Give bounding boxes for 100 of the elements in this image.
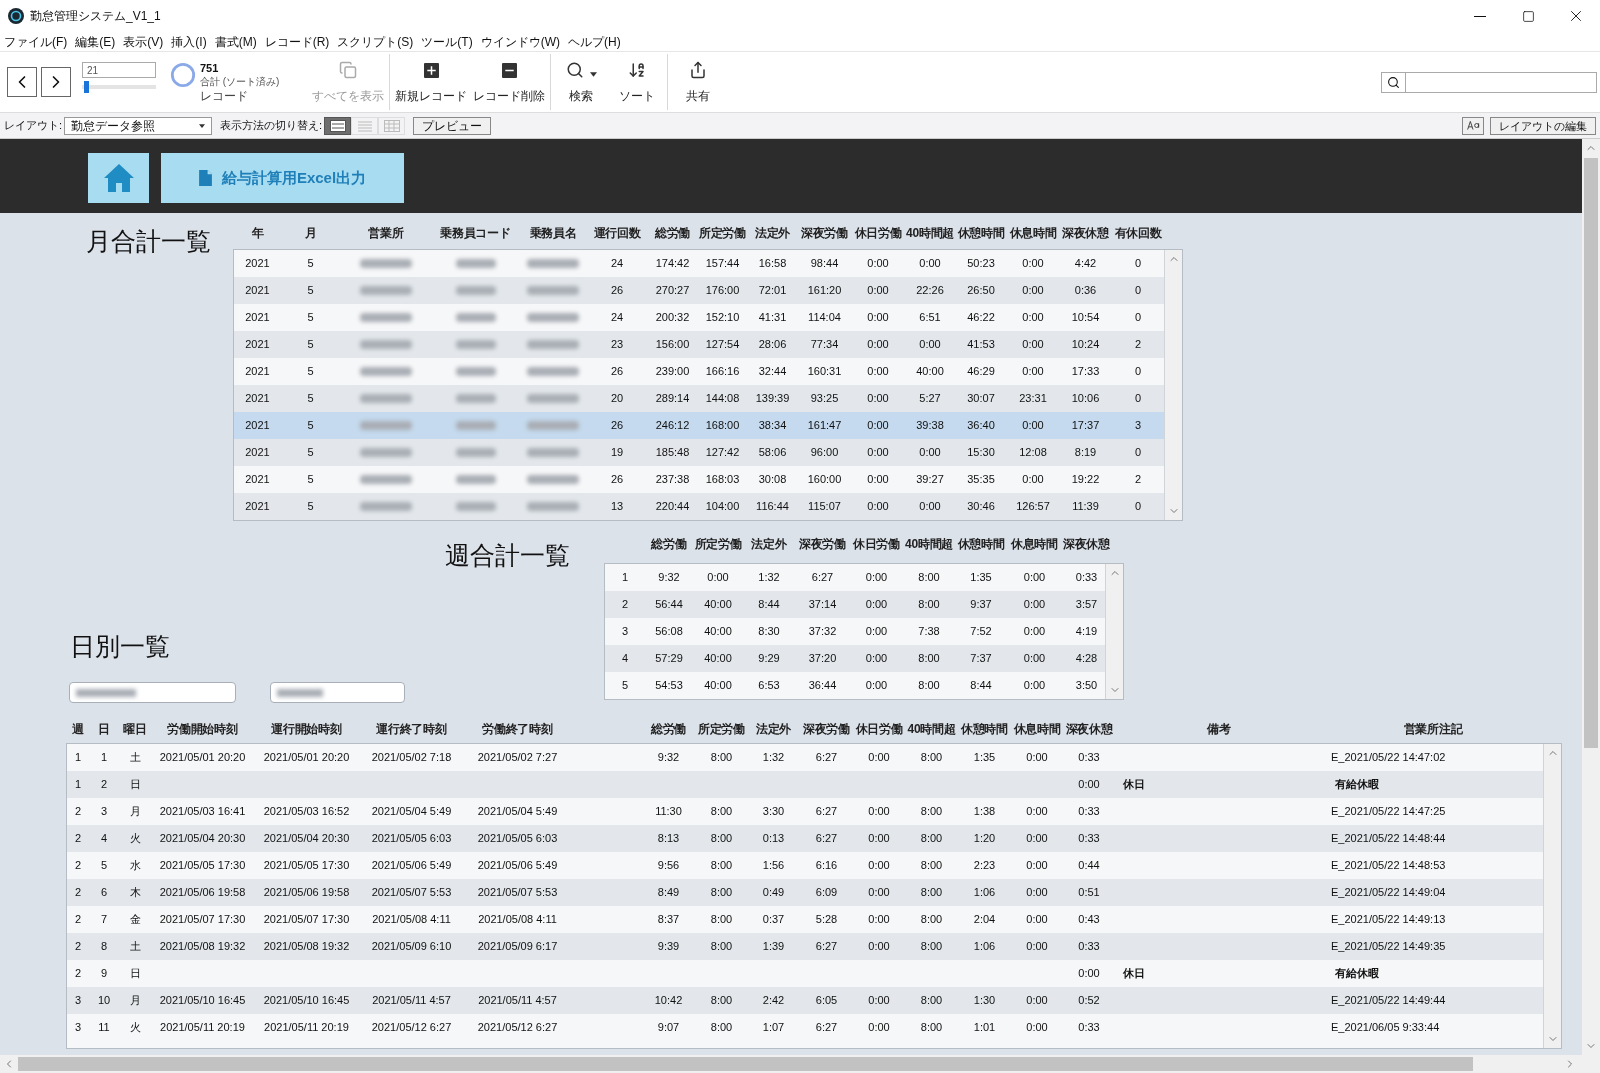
table-cell-text: 2021/05/04 20:30 [262, 831, 351, 847]
table-cell-text: 104:00 [704, 499, 741, 515]
table-cell-text: 休日 [1122, 777, 1146, 793]
table-cell-text: 12:08 [1018, 445, 1048, 461]
menu-item[interactable]: 編集(E) [75, 32, 116, 51]
table-row[interactable]: 2021 5 26 246:12 168:00 38:34 161:47 0:00 39:38 36:40 0:00 17:37 3 [234, 412, 1164, 439]
table-cell-text: 93:25 [809, 391, 840, 407]
font-size-button[interactable] [1462, 116, 1484, 135]
table-row[interactable]: 2021 5 19 185:48 127:42 58:06 96:00 0:00 0:00 15:30 12:08 8:19 0 [234, 439, 1164, 466]
table-cell-text: 0:00 [866, 256, 890, 272]
table-cell-text: 39:38 [915, 418, 945, 434]
table-cell-text: 0:00 [866, 283, 890, 299]
menu-item[interactable]: 書式(M) [214, 32, 257, 51]
view-mode-button[interactable] [324, 116, 352, 135]
menu-item[interactable]: ツール(T) [421, 32, 473, 51]
redacted-text [527, 286, 579, 295]
toolbar-button[interactable]: レコード削除 [470, 54, 549, 110]
table-row[interactable]: 2021 5 23 156:00 127:54 28:06 77:34 0:00 0:00 41:53 0:00 10:24 2 [234, 331, 1164, 358]
table-cell-text: 1:30 [972, 993, 997, 1009]
table-cell-text: 3 [1133, 418, 1143, 434]
toolbar-button[interactable]: ソート [609, 54, 666, 110]
table-cell-text: 0:00 [1025, 912, 1049, 928]
table-cell-text: 0:00 [1021, 256, 1045, 272]
redacted-text [527, 313, 579, 322]
table-cell-text: 2021/05/06 5:49 [370, 858, 453, 874]
column-header: 総労働 [650, 536, 688, 553]
next-record-button[interactable] [41, 67, 71, 97]
table-cell-text: 2021 [244, 256, 271, 272]
table-cell-text: 152:10 [704, 310, 741, 326]
table-cell-text: 0:00 [1025, 993, 1049, 1009]
previous-record-button[interactable] [7, 67, 37, 97]
table-row[interactable]: 2021 5 26 239:00 166:16 32:44 160:31 0:00 40:00 46:29 0:00 17:33 0 [234, 358, 1164, 385]
redacted-text [360, 286, 412, 295]
table-cell-text: 270:27 [654, 283, 691, 299]
menu-item[interactable]: スクリプト(S) [337, 32, 414, 51]
table-cell-text: 9:29 [757, 651, 781, 667]
home-button[interactable] [88, 153, 149, 203]
menu-item[interactable]: レコード(R) [264, 32, 330, 51]
table-row[interactable]: 2021 5 26 237:38 168:03 30:08 160:00 0:00 39:27 35:35 0:00 19:22 2 [234, 466, 1164, 493]
toolbar-button[interactable]: 共有 [670, 54, 727, 110]
table-cell-text: 1 [620, 570, 630, 586]
column-header: 深夜休憩 [1062, 536, 1111, 553]
menu-item[interactable]: 挿入(I) [171, 32, 207, 51]
menu-item[interactable]: ヘルプ(H) [568, 32, 621, 51]
table-cell-text: 0:00 [1022, 597, 1047, 613]
preview-button[interactable]: プレビュー [413, 116, 492, 135]
table-cell-text: 3 [99, 804, 109, 820]
table-cell-text: 57:29 [654, 651, 684, 667]
table-cell-text: 9 [99, 966, 109, 982]
table-cell-text: 1:38 [972, 804, 997, 820]
redacted-text [360, 367, 412, 376]
input-field[interactable] [69, 682, 236, 703]
table-row[interactable]: 2021 5 20 289:14 144:08 139:39 93:25 0:00 5:27 30:07 23:31 10:06 0 [234, 385, 1164, 412]
table-cell-text: 0:13 [761, 831, 786, 847]
redacted-text [360, 421, 412, 430]
form-view-icon [329, 119, 346, 132]
table-cell-text: 144:08 [704, 391, 741, 407]
table-cell-text: 2021/05/06 19:58 [158, 885, 247, 901]
column-header: 運行開始時刻 [270, 721, 343, 738]
layout-dropdown[interactable]: 勤怠データ参照 [64, 116, 213, 135]
table-cell-text: 2021/05/04 5:49 [476, 804, 559, 820]
column-header: 日 [97, 721, 111, 738]
table-row[interactable]: 2021 5 13 220:44 104:00 116:44 115:07 0:00 0:00 30:46 126:57 11:39 0 [234, 493, 1164, 520]
table-cell-text: 3 [73, 1020, 83, 1036]
table-cell-text: 2021/05/05 6:03 [476, 831, 559, 847]
table-cell-text: 6:16 [814, 858, 839, 874]
table-cell-text: 0:33 [1077, 804, 1101, 820]
table-cell-text: 139:39 [754, 391, 791, 407]
table-row[interactable]: 2021 5 26 270:27 176:00 72:01 161:20 0:00 22:26 26:50 0:00 0:36 0 [234, 277, 1164, 304]
table-cell-text: 2021/05/07 5:53 [370, 885, 453, 901]
quick-search-field[interactable] [1381, 71, 1597, 93]
table-row[interactable]: 2021 5 24 200:32 152:10 41:31 114:04 0:00 6:51 46:22 0:00 10:54 0 [234, 304, 1164, 331]
table-cell-text: E_2021/05/22 14:49:35 [1330, 939, 1447, 955]
table-cell-text: 168:03 [704, 472, 741, 488]
table-cell-text: 2021/05/02 7:18 [370, 750, 453, 766]
table-cell-text: 0:00 [866, 391, 890, 407]
table-cell-text: 23:31 [1018, 391, 1048, 407]
table-cell-text: 98:44 [809, 256, 840, 272]
table-cell-text: 0:00 [1021, 337, 1045, 353]
menu-item[interactable]: ウインドウ(W) [480, 32, 560, 51]
scrollbar-thumb[interactable] [1584, 158, 1598, 748]
window-title: 勤怠管理システム_V1_1 [30, 8, 161, 25]
record-number-field[interactable]: 21 [82, 62, 156, 78]
table-cell-text: 0:00 [867, 885, 891, 901]
toolbar-button[interactable]: 検索 [553, 54, 610, 110]
toolbar-button[interactable]: 新規レコード [392, 54, 471, 110]
caret-icon [199, 123, 206, 128]
table-cell-text: 2 [73, 858, 83, 874]
table-cell-text: 6:51 [918, 310, 942, 326]
redacted-text [527, 394, 579, 403]
font-size-icon [1466, 121, 1480, 130]
menu-item[interactable]: ファイル(F) [4, 32, 68, 51]
scrollbar-thumb[interactable] [18, 1057, 1473, 1071]
table-cell-text: 0:00 [1021, 472, 1045, 488]
table-row[interactable]: 2021 5 24 174:42 157:44 16:58 98:44 0:00 0:00 50:23 0:00 4:42 0 [234, 250, 1164, 277]
input-field[interactable] [270, 682, 405, 703]
edit-layout-button[interactable]: レイアウトの編集 [1490, 116, 1596, 135]
table-cell-text: 40:00 [703, 624, 733, 640]
menu-item[interactable]: 表示(V) [123, 32, 164, 51]
table-cell-text: 5 [306, 445, 315, 461]
